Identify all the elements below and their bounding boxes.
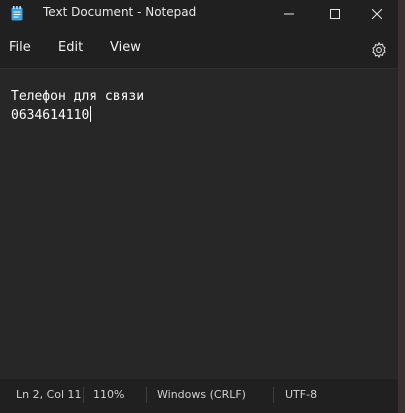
line-ending[interactable]: Windows (CRLF) [157, 388, 246, 401]
menu-edit[interactable]: Edit [58, 40, 83, 55]
cursor-position: Ln 2, Col 11 [16, 388, 82, 401]
text-cursor [90, 106, 92, 122]
status-divider [83, 387, 84, 403]
minimize-button[interactable] [266, 0, 312, 28]
minimize-icon [284, 13, 294, 15]
status-divider [273, 387, 274, 403]
window-title: Text Document - Notepad [43, 5, 197, 19]
status-bar: Ln 2, Col 11 110% Windows (CRLF) UTF-8 [0, 379, 398, 413]
zoom-level[interactable]: 110% [93, 388, 124, 401]
title-bar[interactable]: Text Document - Notepad [0, 0, 398, 28]
close-icon [372, 9, 382, 19]
document-text[interactable]: Телефон для связи 0634614110 [11, 87, 144, 125]
menu-file[interactable]: File [9, 40, 31, 55]
maximize-icon [330, 9, 340, 19]
notepad-window: Text Document - Notepad File Edit View Т… [0, 0, 398, 413]
status-divider [146, 387, 147, 403]
text-line-2-content: 0634614110 [11, 108, 90, 123]
settings-gear-icon[interactable] [370, 41, 388, 59]
text-line-1: Телефон для связи [11, 89, 145, 104]
menu-view[interactable]: View [110, 40, 141, 55]
close-button[interactable] [356, 0, 398, 28]
menu-bar: File Edit View [0, 28, 398, 68]
text-line-2: 0634614110 [11, 106, 144, 125]
maximize-button[interactable] [312, 0, 358, 28]
text-editor[interactable]: Телефон для связи 0634614110 [0, 68, 398, 380]
notepad-app-icon [11, 6, 23, 21]
encoding[interactable]: UTF-8 [285, 388, 317, 401]
